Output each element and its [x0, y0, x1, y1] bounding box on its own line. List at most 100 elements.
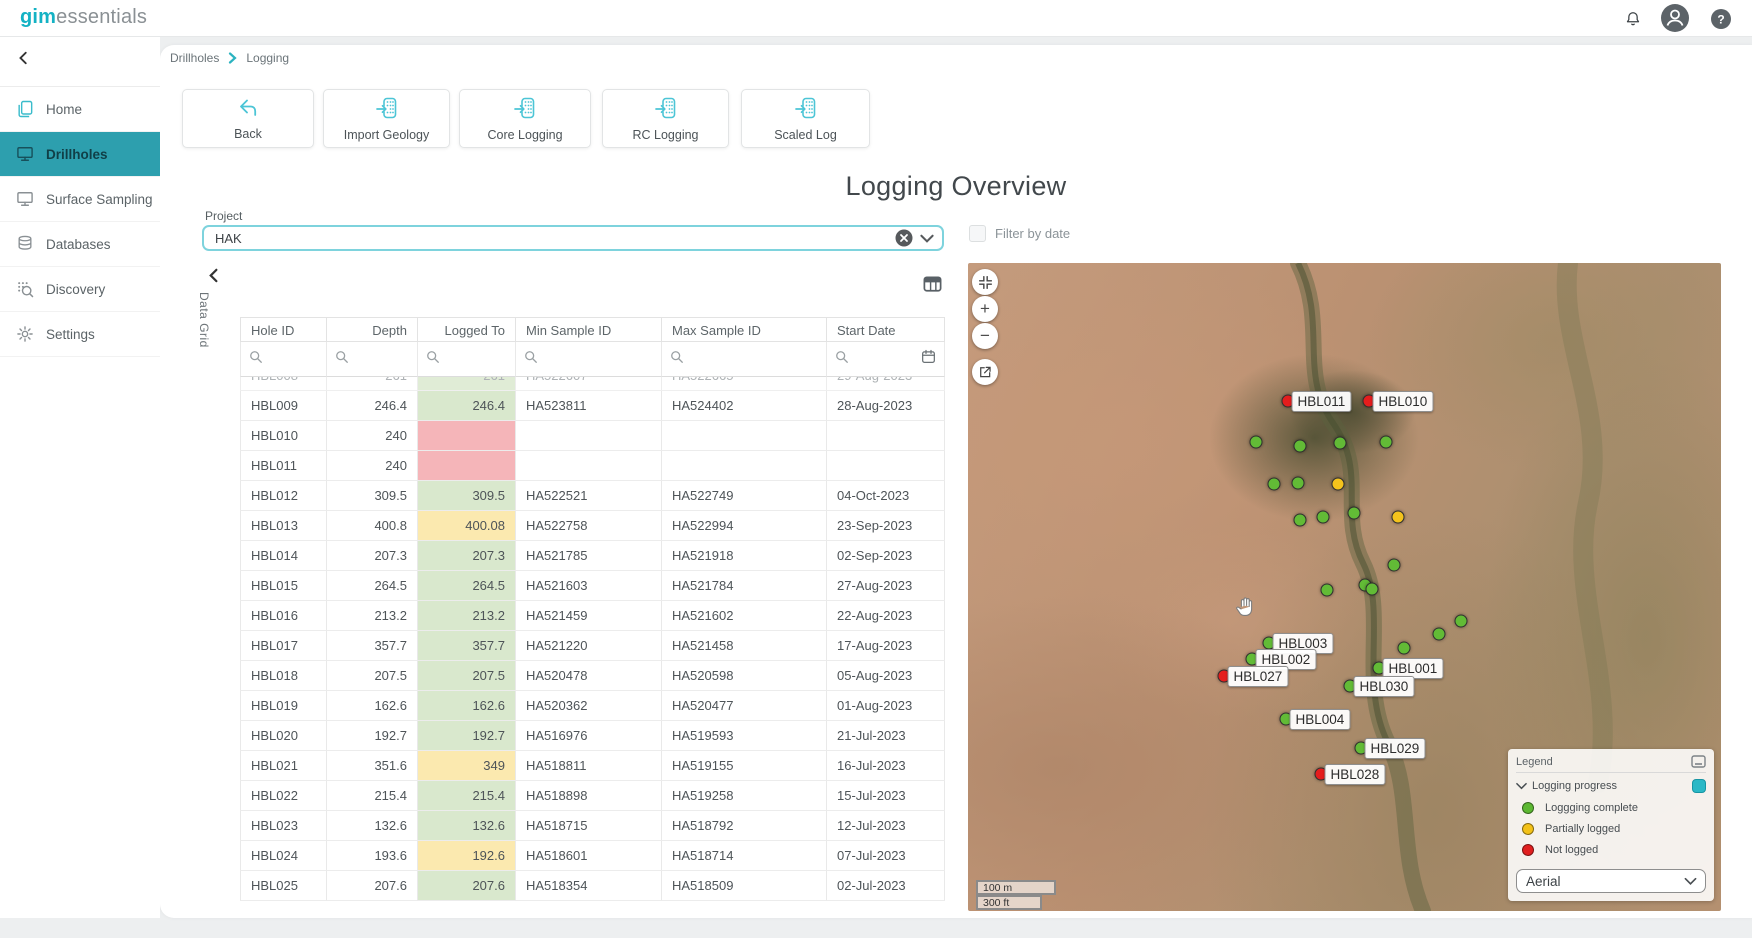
calendar-icon[interactable] [921, 349, 936, 369]
back-button[interactable]: Back [182, 89, 314, 148]
table-row[interactable]: HBL009246.4246.4HA523811HA52440228-Aug-2… [240, 391, 945, 421]
table-row[interactable]: HBL011240 [240, 451, 945, 481]
sidebar-item-settings[interactable]: Settings [0, 312, 160, 357]
table-row[interactable]: HBL014207.3207.3HA521785HA52191802-Sep-2… [240, 541, 945, 571]
map-marker-hbl027[interactable]: HBL027 [1218, 670, 1231, 683]
map-marker[interactable] [1380, 436, 1393, 449]
map-marker-label: HBL027 [1228, 666, 1289, 687]
layer-visibility-toggle[interactable] [1692, 779, 1706, 793]
map-marker[interactable] [1332, 478, 1345, 491]
zoom-out-button[interactable]: − [972, 323, 998, 349]
column-header-min-sample-id[interactable]: Min Sample ID [516, 317, 662, 342]
basemap-value: Aerial [1526, 874, 1684, 889]
map-marker-hbl010[interactable]: HBL010 [1363, 395, 1376, 408]
minimize-legend-icon[interactable] [1691, 755, 1706, 768]
cell-hole-id: HBL017 [240, 631, 327, 661]
table-row[interactable]: HBL019162.6162.6HA520362HA52047701-Aug-2… [240, 691, 945, 721]
table-row[interactable]: HBL020192.7192.7HA516976HA51959321-Jul-2… [240, 721, 945, 751]
zoom-in-button[interactable]: + [972, 296, 998, 322]
fit-extent-button[interactable] [972, 269, 998, 295]
table-row[interactable]: HBL013400.8400.08HA522758HA52299423-Sep-… [240, 511, 945, 541]
column-header-depth[interactable]: Depth [327, 317, 418, 342]
notifications-button[interactable] [1620, 6, 1646, 32]
table-row-clipped[interactable]: HBL008261261HA522607HA52266529-Aug-2023 [240, 377, 945, 391]
map-marker[interactable] [1268, 478, 1281, 491]
table-row[interactable]: HBL023132.6132.6HA518715HA51879212-Jul-2… [240, 811, 945, 841]
column-filter-min-sample-id[interactable] [516, 342, 662, 377]
rc-logging-button[interactable]: RC Logging [602, 89, 729, 148]
map-marker[interactable] [1398, 642, 1411, 655]
cell-depth: 207.3 [327, 541, 418, 571]
sidebar-item-home[interactable]: Home [0, 87, 160, 132]
table-row[interactable]: HBL016213.2213.2HA521459HA52160222-Aug-2… [240, 601, 945, 631]
map-marker[interactable] [1455, 615, 1468, 628]
column-header-hole-id[interactable]: Hole ID [240, 317, 327, 342]
app-window: gimessentials ? HomeDrillholesSurface Sa… [0, 0, 1752, 938]
column-filter-max-sample-id[interactable] [662, 342, 827, 377]
map-marker[interactable] [1334, 437, 1347, 450]
map-marker[interactable] [1392, 511, 1405, 524]
data-grid-collapse-button[interactable] [203, 264, 225, 286]
account-button[interactable] [1660, 3, 1690, 33]
column-filter-hole-id[interactable] [240, 342, 327, 377]
sidebar-item-drillholes[interactable]: Drillholes [0, 132, 160, 177]
open-external-button[interactable] [972, 359, 998, 385]
export-grid-button[interactable] [920, 272, 944, 296]
cell-logged-to: 132.6 [418, 811, 516, 841]
legend-group-chevron-icon[interactable] [1516, 782, 1527, 790]
map-canvas[interactable]: + − HBL011HBL010HBL003HBL002HBL027HBL001… [968, 263, 1721, 911]
scaled-log-button[interactable]: Scaled Log [741, 89, 870, 148]
table-row[interactable]: HBL017357.7357.7HA521220HA52145817-Aug-2… [240, 631, 945, 661]
chevron-down-icon[interactable] [918, 229, 936, 247]
map-marker[interactable] [1348, 507, 1361, 520]
map-marker-hbl001[interactable]: HBL001 [1373, 662, 1386, 675]
cell-max-sample-id [662, 451, 827, 481]
breadcrumb-drillholes[interactable]: Drillholes [170, 51, 219, 65]
table-row[interactable]: HBL018207.5207.5HA520478HA52059805-Aug-2… [240, 661, 945, 691]
map-marker[interactable] [1294, 440, 1307, 453]
sidebar-item-discovery[interactable]: Discovery [0, 267, 160, 312]
basemap-select[interactable]: Aerial [1516, 869, 1706, 893]
column-filter-depth[interactable] [327, 342, 418, 377]
sidebar-item-databases[interactable]: Databases [0, 222, 160, 267]
map-marker[interactable] [1250, 436, 1263, 449]
map-marker-hbl028[interactable]: HBL028 [1315, 768, 1328, 781]
map-marker-hbl004[interactable]: HBL004 [1280, 713, 1293, 726]
map-marker-label: HBL004 [1290, 709, 1351, 730]
project-select[interactable]: HAK [202, 225, 944, 251]
map-marker-hbl029[interactable]: HBL029 [1355, 742, 1368, 755]
table-row[interactable]: HBL022215.4215.4HA518898HA51925815-Jul-2… [240, 781, 945, 811]
map-marker[interactable] [1292, 477, 1305, 490]
column-filter-logged-to[interactable] [418, 342, 516, 377]
table-row[interactable]: HBL025207.6207.6HA518354HA51850902-Jul-2… [240, 871, 945, 901]
table-row[interactable]: HBL021351.6349HA518811HA51915516-Jul-202… [240, 751, 945, 781]
table-row[interactable]: HBL024193.6192.6HA518601HA51871407-Jul-2… [240, 841, 945, 871]
map-marker[interactable] [1366, 583, 1379, 596]
map-marker[interactable] [1294, 514, 1307, 527]
surface-sampling-icon [14, 188, 36, 210]
import-geology-button[interactable]: Import Geology [323, 89, 450, 148]
column-header-logged-to[interactable]: Logged To [418, 317, 516, 342]
map-marker-hbl030[interactable]: HBL030 [1344, 680, 1357, 693]
map-marker[interactable] [1388, 559, 1401, 572]
column-filter-start-date[interactable] [827, 342, 945, 377]
table-row[interactable]: HBL015264.5264.5HA521603HA52178427-Aug-2… [240, 571, 945, 601]
column-header-max-sample-id[interactable]: Max Sample ID [662, 317, 827, 342]
cell-min-sample-id: HA522521 [516, 481, 662, 511]
sidebar-collapse-button[interactable] [12, 46, 36, 70]
table-header-row: Hole IDDepthLogged ToMin Sample IDMax Sa… [240, 317, 945, 342]
core-logging-button[interactable]: Core Logging [459, 89, 591, 148]
sidebar-item-surface-sampling[interactable]: Surface Sampling [0, 177, 160, 222]
map-marker-hbl002[interactable]: HBL002 [1246, 653, 1259, 666]
help-button[interactable]: ? [1708, 6, 1734, 32]
table-row[interactable]: HBL010240 [240, 421, 945, 451]
map-marker[interactable] [1317, 511, 1330, 524]
filter-by-date-checkbox[interactable] [969, 225, 986, 242]
table-row[interactable]: HBL012309.5309.5HA522521HA52274904-Oct-2… [240, 481, 945, 511]
column-header-start-date[interactable]: Start Date [827, 317, 945, 342]
map-marker[interactable] [1433, 628, 1446, 641]
map-marker[interactable] [1321, 584, 1334, 597]
map-marker-label: HBL028 [1325, 764, 1386, 785]
map-marker-hbl011[interactable]: HBL011 [1282, 395, 1295, 408]
clear-icon[interactable] [894, 228, 914, 248]
